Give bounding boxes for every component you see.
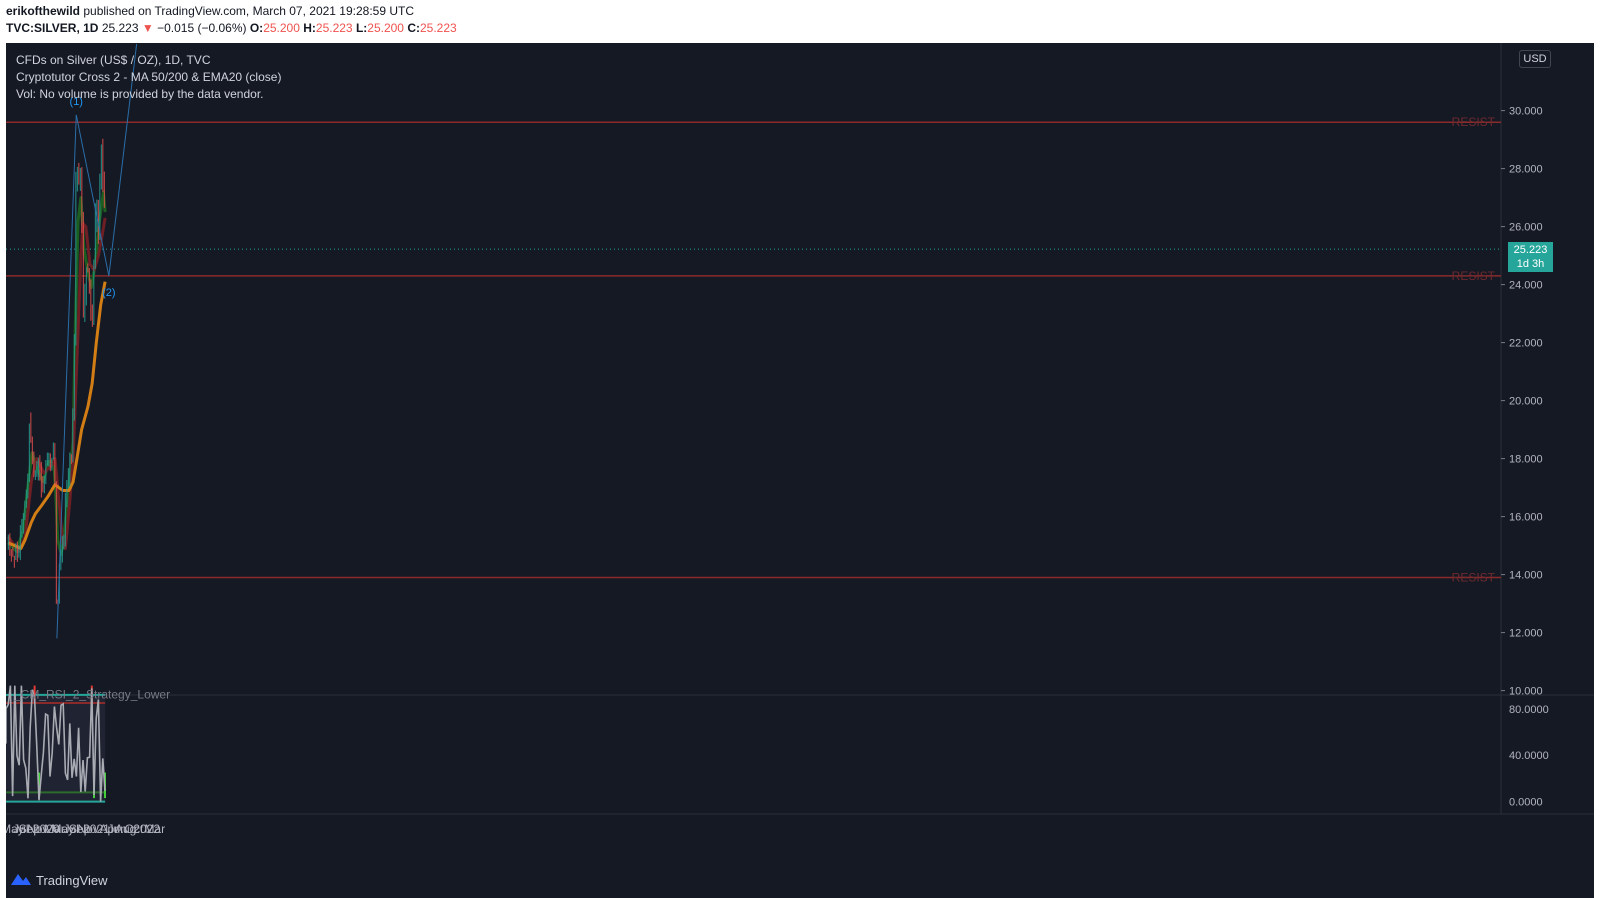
publish-text: published on TradingView.com, March 07, …	[83, 4, 415, 18]
rsi-y-tick-label: 0.0000	[1509, 797, 1543, 809]
rsi-y-tick-label: 40.0000	[1509, 750, 1549, 762]
brand-name[interactable]: TradingView	[36, 873, 108, 888]
y-tick-label: 16.000	[1509, 512, 1543, 524]
rsi-title: _CM_RSI_2_Strategy_Lower	[13, 687, 170, 701]
price-change: −0.015 (−0.06%)	[157, 21, 247, 35]
bar-countdown: 1d 3h	[1516, 258, 1545, 270]
current-price-tag: 25.223 1d 3h	[1508, 242, 1553, 272]
rsi-pane: _CM_RSI_2_Strategy_Lower	[5, 685, 170, 803]
axes: 10.000 12.000 14.000 16.000 18.000 20.000 22.0…	[1, 106, 1549, 836]
low-label: L:	[355, 21, 368, 35]
x-tick-label: Mar	[144, 822, 165, 836]
close-label: C:	[407, 21, 420, 35]
legend-volume[interactable]: Vol: No volume is provided by the data v…	[16, 86, 281, 103]
y-tick-label: 10.000	[1509, 686, 1543, 698]
author-name[interactable]: erikofthewild	[6, 4, 80, 18]
rsi-y-tick-label: 80.0000	[1509, 704, 1549, 716]
grid	[6, 43, 1594, 815]
y-tick-label: 26.000	[1509, 222, 1543, 234]
symbol-label: TVC:SILVER, 1D	[6, 21, 99, 35]
last-price: 25.223	[101, 21, 139, 35]
resistance-levels: RESIST RESIST RESIST	[6, 115, 1501, 585]
close-value: 25.223	[420, 21, 457, 35]
y-tick-label: 12.000	[1509, 628, 1543, 640]
high-value: 25.223	[315, 21, 353, 35]
y-tick-label: 22.000	[1509, 338, 1543, 350]
chart-area[interactable]: RESIST RESIST RESIST (1) (2) _CM_RSI_2_Stra…	[1, 43, 1594, 862]
open-value: 25.200	[263, 21, 300, 35]
y-tick-label: 14.000	[1509, 570, 1543, 582]
chart-legend: CFDs on Silver (US$ / OZ), 1D, TVC Crypt…	[16, 52, 281, 103]
legend-title[interactable]: CFDs on Silver (US$ / OZ), 1D, TVC	[16, 52, 281, 69]
resist-label: RESIST	[1452, 115, 1496, 129]
down-arrow-icon: ▼	[141, 21, 154, 35]
y-tick-label: 18.000	[1509, 454, 1543, 466]
open-label: O:	[249, 21, 264, 35]
footer: TradingView	[6, 862, 1594, 898]
tradingview-logo-icon[interactable]	[10, 871, 32, 887]
ohlc-line: TVC:SILVER, 1D 25.223 ▼ −0.015 (−0.06%) …	[6, 21, 457, 35]
resist-label: RESIST	[1452, 269, 1496, 283]
high-label: H:	[303, 21, 316, 35]
wave-label: (2)	[102, 287, 115, 299]
low-value: 25.200	[367, 21, 404, 35]
resist-label: RESIST	[1452, 571, 1496, 585]
currency-button[interactable]: USD	[1519, 50, 1551, 68]
y-tick-label: 30.000	[1509, 106, 1543, 118]
chart-svg[interactable]: RESISTRESISTRESIST (1)(2) _CM_RSI_2_Stra…	[1, 43, 1594, 862]
current-price-value: 25.223	[1513, 244, 1548, 256]
y-tick-label: 24.000	[1509, 280, 1543, 292]
publish-info: erikofthewild published on TradingView.c…	[6, 4, 414, 18]
y-tick-label: 28.000	[1509, 164, 1543, 176]
legend-indicator[interactable]: Cryptotutor Cross 2 - MA 50/200 & EMA20 …	[16, 69, 281, 86]
y-tick-label: 20.000	[1509, 396, 1543, 408]
